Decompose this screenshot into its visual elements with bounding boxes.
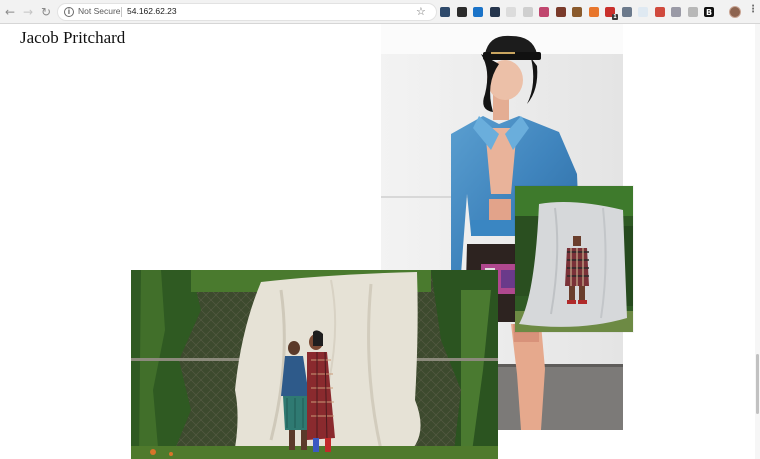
ext-17-icon[interactable]: B <box>704 7 714 17</box>
ext-6-icon[interactable] <box>522 7 533 17</box>
photo-model-plaid-coat-backdrop[interactable] <box>515 186 633 332</box>
ext-11-icon[interactable]: 1 <box>605 7 618 20</box>
kebab-menu-icon[interactable]: ⋮ <box>748 4 758 15</box>
info-icon[interactable]: i <box>64 7 74 17</box>
ext-9-icon[interactable] <box>572 7 582 17</box>
photo-two-models-drape-backdrop[interactable] <box>131 270 498 459</box>
ext-5-icon[interactable] <box>506 7 516 17</box>
star-icon[interactable]: ☆ <box>416 5 426 18</box>
arrow-right-icon[interactable]: → <box>20 4 36 20</box>
profile-avatar-icon[interactable] <box>729 6 741 18</box>
ext-10-icon[interactable] <box>588 7 599 17</box>
url-text[interactable]: 54.162.62.23 <box>127 6 177 16</box>
arrow-left-icon[interactable]: ← <box>2 4 18 20</box>
ext-12-icon[interactable] <box>621 7 632 17</box>
ext-2-icon[interactable] <box>456 7 467 17</box>
browser-toolbar: ← → ↻ i Not Secure 54.162.62.23 ☆ 1 B ⋮ <box>0 0 760 24</box>
scrollbar-thumb[interactable] <box>756 354 759 414</box>
ext-13-icon[interactable] <box>638 7 648 17</box>
ext-14-icon[interactable] <box>654 7 665 17</box>
address-divider <box>121 7 122 17</box>
ext-7-icon[interactable] <box>539 7 549 17</box>
ext-15-icon[interactable] <box>671 7 681 17</box>
page-viewport: Jacob Pritchard <box>0 24 760 459</box>
ext-16-icon[interactable] <box>687 7 698 17</box>
reload-icon[interactable]: ↻ <box>38 4 54 20</box>
ext-1-icon[interactable] <box>440 7 450 17</box>
address-bar[interactable]: i Not Secure 54.162.62.23 ☆ <box>57 3 437 21</box>
ext-4-icon[interactable] <box>489 7 500 17</box>
security-status-label[interactable]: Not Secure <box>78 6 121 16</box>
site-title[interactable]: Jacob Pritchard <box>20 28 125 48</box>
extension-badge: 1 <box>612 14 618 20</box>
ext-3-icon[interactable] <box>473 7 483 17</box>
ext-8-icon[interactable] <box>555 7 566 17</box>
